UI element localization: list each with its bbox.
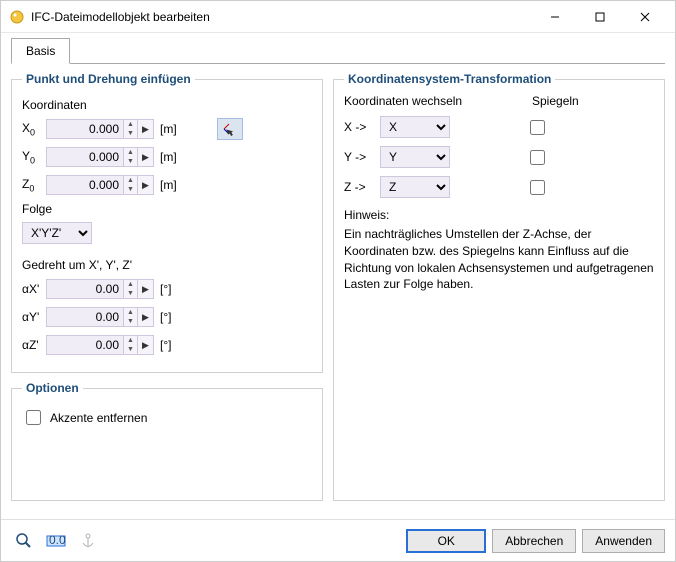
- z0-label: Z0: [22, 177, 46, 193]
- hint-title: Hinweis:: [344, 208, 654, 222]
- cs-x-mirror-checkbox[interactable]: [530, 120, 545, 135]
- cs-x-select[interactable]: X: [380, 116, 450, 138]
- titlebar: IFC-Dateimodellobjekt bearbeiten: [1, 1, 675, 33]
- insert-legend: Punkt und Drehung einfügen: [22, 72, 195, 86]
- az-row: αZ' ▲▼ ▶ [°]: [22, 334, 312, 356]
- y0-input[interactable]: [46, 147, 124, 167]
- x0-row: X0 ▲▼ ▶ [m]: [22, 118, 312, 140]
- az-spinner[interactable]: ▲▼: [124, 335, 138, 355]
- ay-row: αY' ▲▼ ▶ [°]: [22, 306, 312, 328]
- units-button[interactable]: 0.00: [43, 528, 69, 554]
- cs-y-row: Y -> Y: [344, 146, 654, 168]
- options-legend: Optionen: [22, 381, 83, 395]
- x0-label: X0: [22, 121, 46, 137]
- x0-input[interactable]: [46, 119, 124, 139]
- cs-z-select[interactable]: Z: [380, 176, 450, 198]
- mirror-header: Spiegeln: [532, 94, 579, 108]
- minimize-button[interactable]: [532, 2, 577, 32]
- ax-label: αX': [22, 282, 46, 296]
- cs-z-row: Z -> Z: [344, 176, 654, 198]
- ay-spinner[interactable]: ▲▼: [124, 307, 138, 327]
- cs-y-mirror-checkbox[interactable]: [530, 150, 545, 165]
- ay-step-button[interactable]: ▶: [138, 307, 154, 327]
- z0-spinner[interactable]: ▲▼: [124, 175, 138, 195]
- ax-row: αX' ▲▼ ▶ [°]: [22, 278, 312, 300]
- hint-text: Ein nachträgliches Umstellen der Z-Achse…: [344, 226, 654, 293]
- swap-header: Koordinaten wechseln: [344, 94, 532, 108]
- insert-group: Punkt und Drehung einfügen Koordinaten X…: [11, 72, 323, 373]
- rotate-label: Gedreht um X', Y', Z': [22, 258, 312, 272]
- window-title: IFC-Dateimodellobjekt bearbeiten: [31, 10, 532, 24]
- coord-label: Koordinaten: [22, 98, 312, 112]
- y0-unit: [m]: [160, 150, 177, 164]
- magnifier-icon: [15, 532, 33, 550]
- app-icon: [9, 9, 25, 25]
- y0-row: Y0 ▲▼ ▶ [m]: [22, 146, 312, 168]
- apply-button[interactable]: Anwenden: [582, 529, 665, 553]
- cs-z-mirror-checkbox[interactable]: [530, 180, 545, 195]
- z0-step-button[interactable]: ▶: [138, 175, 154, 195]
- tab-strip: Basis: [11, 37, 665, 64]
- pick-point-icon: [222, 121, 238, 137]
- pick-point-button[interactable]: [217, 118, 243, 140]
- remove-accents-checkbox[interactable]: [26, 410, 41, 425]
- cs-transform-legend: Koordinatensystem-Transformation: [344, 72, 555, 86]
- cs-x-row: X -> X: [344, 116, 654, 138]
- options-group: Optionen Akzente entfernen: [11, 381, 323, 501]
- help-button[interactable]: [11, 528, 37, 554]
- az-unit: [°]: [160, 338, 171, 352]
- maximize-button[interactable]: [577, 2, 622, 32]
- cancel-button[interactable]: Abbrechen: [492, 529, 576, 553]
- az-step-button[interactable]: ▶: [138, 335, 154, 355]
- tab-basis[interactable]: Basis: [11, 38, 70, 64]
- remove-accents-label: Akzente entfernen: [50, 411, 147, 425]
- y0-label: Y0: [22, 149, 46, 165]
- x0-step-button[interactable]: ▶: [138, 119, 154, 139]
- ax-step-button[interactable]: ▶: [138, 279, 154, 299]
- ay-input[interactable]: [46, 307, 124, 327]
- close-button[interactable]: [622, 2, 667, 32]
- az-label: αZ': [22, 338, 46, 352]
- svg-text:0.00: 0.00: [49, 533, 66, 547]
- az-input[interactable]: [46, 335, 124, 355]
- z0-input[interactable]: [46, 175, 124, 195]
- cs-x-from: X ->: [344, 120, 380, 134]
- ax-unit: [°]: [160, 282, 171, 296]
- cs-transform-group: Koordinatensystem-Transformation Koordin…: [333, 72, 665, 501]
- x0-spinner[interactable]: ▲▼: [124, 119, 138, 139]
- y0-spinner[interactable]: ▲▼: [124, 147, 138, 167]
- ax-input[interactable]: [46, 279, 124, 299]
- folge-select[interactable]: X'Y'Z': [22, 222, 92, 244]
- ay-unit: [°]: [160, 310, 171, 324]
- anchor-icon: [79, 532, 97, 550]
- dialog-footer: 0.00 OK Abbrechen Anwenden: [1, 519, 675, 561]
- cs-z-from: Z ->: [344, 180, 380, 194]
- reset-button[interactable]: [75, 528, 101, 554]
- ay-label: αY': [22, 310, 46, 324]
- z0-row: Z0 ▲▼ ▶ [m]: [22, 174, 312, 196]
- folge-label: Folge: [22, 202, 312, 216]
- cs-y-select[interactable]: Y: [380, 146, 450, 168]
- z0-unit: [m]: [160, 178, 177, 192]
- y0-step-button[interactable]: ▶: [138, 147, 154, 167]
- cs-y-from: Y ->: [344, 150, 380, 164]
- ok-button[interactable]: OK: [406, 529, 486, 553]
- units-icon: 0.00: [46, 533, 66, 549]
- dialog-window: IFC-Dateimodellobjekt bearbeiten Basis P…: [0, 0, 676, 562]
- ax-spinner[interactable]: ▲▼: [124, 279, 138, 299]
- x0-unit: [m]: [160, 122, 177, 136]
